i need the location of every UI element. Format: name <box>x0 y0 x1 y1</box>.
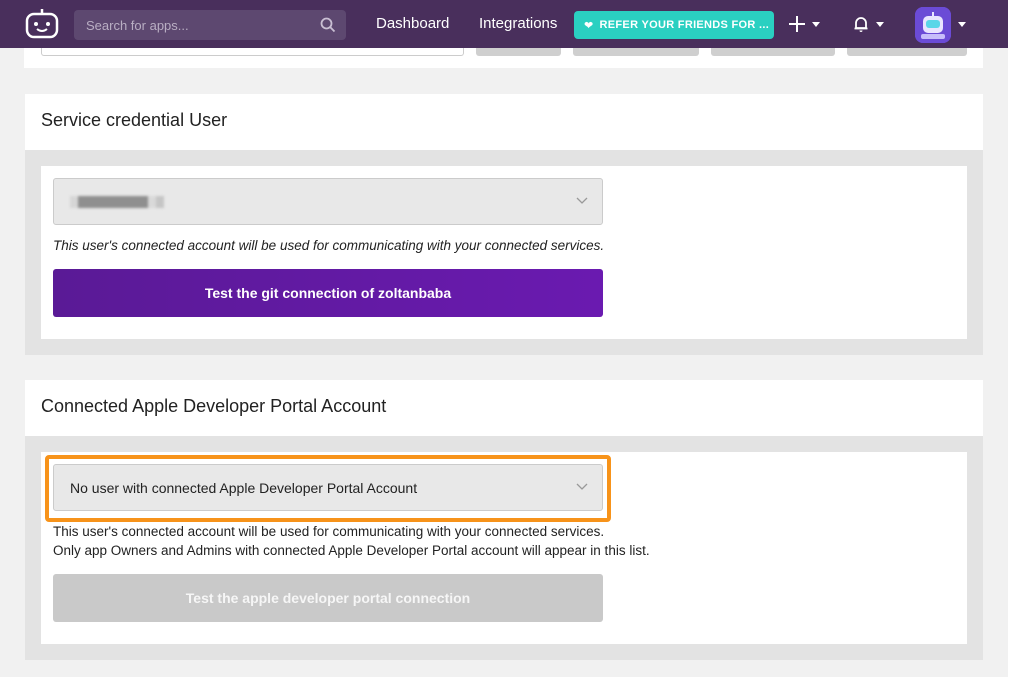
test-apple-connection-button[interactable]: Test the apple developer portal connecti… <box>53 574 603 622</box>
previous-input-field[interactable] <box>41 48 464 56</box>
top-navigation-bar: Dashboard Integrations ❤ REFER YOUR FRIE… <box>0 0 1008 48</box>
test-git-connection-button[interactable]: Test the git connection of zoltanbaba <box>53 269 603 317</box>
refer-friends-label: REFER YOUR FRIENDS FOR ... <box>599 19 770 31</box>
service-user-select[interactable] <box>53 178 603 225</box>
user-avatar[interactable] <box>915 7 951 43</box>
account-menu-button[interactable] <box>952 12 966 36</box>
chevron-down-icon <box>876 21 884 27</box>
search-input[interactable] <box>86 17 314 33</box>
redacted-username <box>70 195 164 208</box>
add-menu-button[interactable] <box>788 12 820 36</box>
refer-friends-button[interactable]: ❤ REFER YOUR FRIENDS FOR ... <box>574 11 774 39</box>
scrollbar-gutter[interactable] <box>1008 0 1022 677</box>
card-title: Connected Apple Developer Portal Account <box>41 396 387 416</box>
apple-account-hint-line2: Only app Owners and Admins with connecte… <box>53 543 650 558</box>
previous-button[interactable] <box>711 48 835 56</box>
card-body: This user's connected account will be us… <box>25 150 983 355</box>
bell-icon <box>854 17 868 32</box>
chevron-down-icon <box>812 21 820 27</box>
chevron-down-icon <box>576 197 588 204</box>
card-inner-panel: This user's connected account will be us… <box>41 166 967 339</box>
apple-account-hint: This user's connected account will be us… <box>53 522 650 560</box>
bot-avatar-icon <box>915 7 951 43</box>
previous-button[interactable] <box>573 48 699 56</box>
apple-account-hint-line1: This user's connected account will be us… <box>53 524 605 539</box>
search-box[interactable] <box>74 10 346 40</box>
highlight-outline <box>45 455 611 522</box>
plus-icon <box>789 16 805 32</box>
notifications-menu-button[interactable] <box>852 12 884 36</box>
previous-button[interactable] <box>476 48 561 56</box>
chevron-down-icon <box>958 21 966 27</box>
bitrise-bot-icon[interactable] <box>24 8 60 40</box>
previous-button[interactable] <box>847 48 967 56</box>
nav-link-integrations[interactable]: Integrations <box>479 15 557 32</box>
nav-link-dashboard[interactable]: Dashboard <box>376 15 449 32</box>
service-user-hint: This user's connected account will be us… <box>53 238 605 253</box>
service-credential-card: Service credential User This user's conn… <box>25 94 983 355</box>
heart-icon: ❤ <box>584 19 594 32</box>
card-title: Service credential User <box>41 110 228 130</box>
search-icon[interactable] <box>320 17 336 33</box>
